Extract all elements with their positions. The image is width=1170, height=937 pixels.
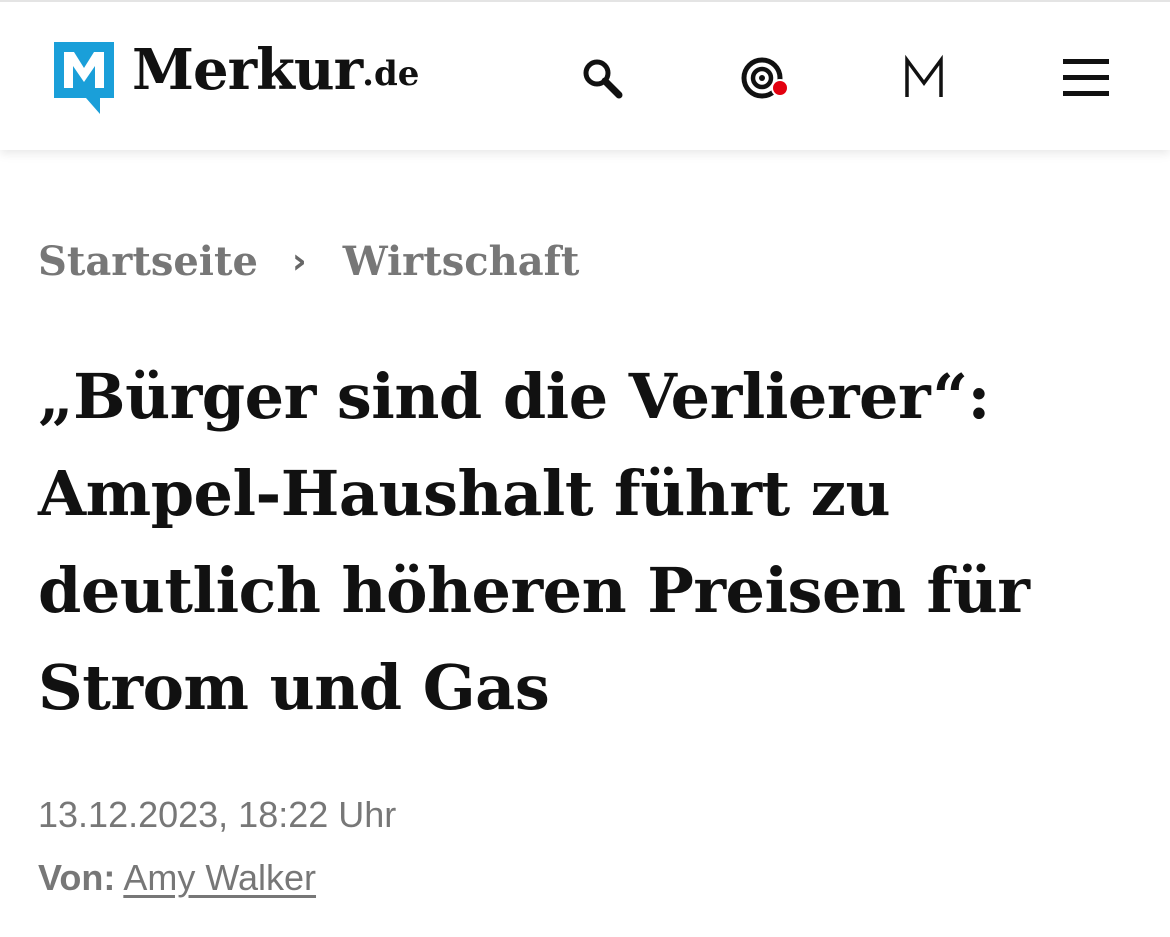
merkur-logo-mark-icon — [54, 42, 114, 114]
live-badge-dot — [773, 81, 787, 95]
menu-button[interactable] — [1056, 48, 1116, 108]
search-icon — [583, 59, 623, 99]
headline-line: „Bürger sind die Verlierer“: — [38, 360, 990, 433]
article-headline: „Bürger sind die Verlierer“: Ampel-Haush… — [38, 348, 1138, 736]
logo-wordmark: Merkur — [132, 37, 363, 103]
m-account-icon — [905, 54, 943, 97]
author-byline: Von: Amy Walker — [38, 857, 316, 899]
hamburger-menu-icon — [1063, 59, 1109, 96]
merkur-logo[interactable]: Merkur .de — [50, 36, 419, 116]
search-button[interactable] — [572, 48, 632, 108]
author-link[interactable]: Amy Walker — [123, 857, 316, 898]
breadcrumb-item-wirtschaft[interactable]: Wirtschaft — [343, 238, 580, 285]
live-radio-button[interactable] — [736, 48, 796, 108]
breadcrumb-item-startseite[interactable]: Startseite — [38, 238, 258, 285]
chevron-right-icon: › — [291, 241, 307, 282]
headline-line: Strom und Gas — [38, 651, 550, 724]
live-radio-icon — [741, 57, 789, 99]
site-header: Merkur .de — [0, 0, 1170, 150]
breadcrumb: Startseite › Wirtschaft — [38, 238, 579, 285]
headline-line: deutlich höheren Preisen für — [38, 554, 1030, 627]
headline-line: Ampel-Haushalt führt zu — [38, 457, 891, 530]
publish-date: 13.12.2023, 18:22 Uhr — [38, 794, 397, 835]
account-button[interactable] — [894, 48, 954, 108]
author-label: Von: — [38, 857, 116, 898]
logo-tld: .de — [362, 54, 420, 94]
